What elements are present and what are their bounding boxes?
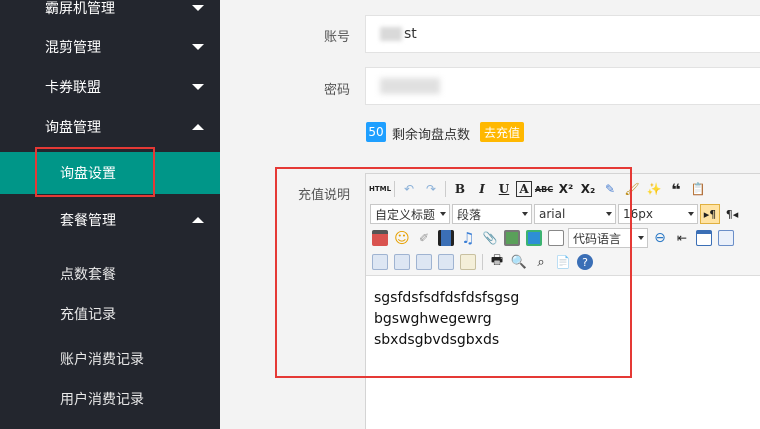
highlight-box — [35, 147, 155, 197]
remaining-count-badge: 50 — [366, 122, 386, 142]
redacted-mask — [380, 78, 440, 94]
sidebar: 霸屏机管理 混剪管理 卡券联盟 询盘管理 询盘设置 套餐管理 点数套餐 充值记录… — [0, 0, 220, 429]
rtl-icon[interactable]: ¶◂ — [722, 204, 742, 224]
dropdown-arrow-icon — [638, 236, 644, 240]
sub-item-recharge-records[interactable]: 充值记录 — [0, 293, 220, 335]
nav-item-coupon-alliance[interactable]: 卡券联盟 — [0, 67, 220, 107]
chevron-down-icon — [192, 5, 204, 11]
auto-format-icon[interactable]: ✨ — [644, 179, 664, 199]
sub-item-label: 用户消费记录 — [60, 392, 144, 408]
sub-item-account-consumption[interactable]: 账户消费记录 — [0, 338, 220, 380]
blockquote-icon[interactable]: ❝ — [666, 179, 686, 199]
remove-format-icon[interactable]: ⊖ — [650, 228, 670, 248]
chevron-up-icon — [192, 217, 204, 223]
account-input[interactable]: st — [365, 15, 760, 53]
paste-text-icon[interactable]: 📋 — [688, 179, 708, 199]
dropdown-arrow-icon — [688, 212, 694, 216]
nav-item-inquiry-management[interactable]: 询盘管理 — [0, 107, 220, 147]
nav-item-label: 卡券联盟 — [45, 80, 101, 96]
chevron-up-icon — [192, 124, 204, 130]
chevron-down-icon — [192, 44, 204, 50]
account-label: 账号 — [323, 30, 350, 45]
sub-item-user-consumption[interactable]: 用户消费记录 — [0, 378, 220, 420]
recharge-button[interactable]: 去充值 — [480, 122, 525, 142]
ltr-icon[interactable]: ▸¶ — [700, 204, 720, 224]
page-break-icon[interactable]: ⇤ — [672, 228, 692, 248]
password-label: 密码 — [323, 83, 350, 98]
nav-item-label: 套餐管理 — [60, 213, 116, 229]
background-icon[interactable] — [716, 228, 736, 248]
password-input[interactable] — [365, 67, 760, 105]
highlight-box — [275, 167, 632, 378]
nav-item-label: 混剪管理 — [45, 40, 101, 56]
nav-item-mix-edit[interactable]: 混剪管理 — [0, 27, 220, 67]
nav-item-label: 询盘管理 — [45, 120, 101, 136]
template-icon[interactable] — [694, 228, 714, 248]
nav-item-package-management[interactable]: 套餐管理 — [0, 200, 220, 240]
sub-item-label: 充值记录 — [60, 307, 116, 323]
nav-item-label: 霸屏机管理 — [45, 1, 115, 17]
nav-item-screen-machine[interactable]: 霸屏机管理 — [0, 0, 220, 28]
remaining-points-text: 剩余询盘点数 — [392, 128, 471, 143]
sub-item-label: 账户消费记录 — [60, 352, 144, 368]
account-value: st — [404, 26, 417, 42]
redacted-mask — [380, 27, 402, 41]
sub-item-label: 点数套餐 — [60, 267, 116, 283]
sub-item-points-package[interactable]: 点数套餐 — [0, 253, 220, 295]
chevron-down-icon — [192, 84, 204, 90]
